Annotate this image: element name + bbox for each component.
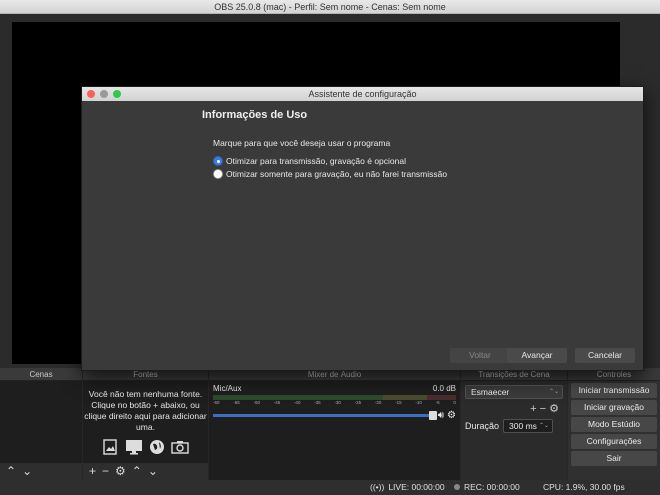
sources-dock: Fontes Você não tem nenhuma fonte. Cliqu… (83, 368, 208, 480)
option-recording[interactable]: Otimizar somente para gravação, eu não f… (213, 169, 447, 179)
dock-area: Cenas ⌃ ⌄ Fontes Você não tem nenhuma fo… (0, 368, 660, 480)
dialog-title: Assistente de configuração (308, 89, 417, 99)
meter-tick: -10 (415, 400, 422, 405)
globe-icon (150, 440, 164, 454)
zoom-icon[interactable] (113, 90, 121, 98)
meter-tick: -60 (213, 400, 220, 405)
radio-recording[interactable] (213, 169, 223, 179)
gear-icon[interactable]: ⚙ (447, 410, 456, 421)
gear-icon[interactable]: ⚙ (115, 463, 126, 480)
gear-icon[interactable]: ⚙ (549, 403, 559, 415)
meter-tick: -50 (253, 400, 260, 405)
option-recording-label: Otimizar somente para gravação, eu não f… (226, 169, 448, 179)
transitions-body: Esmaecer + − ⚙ Duração 300 ms (461, 381, 567, 480)
meter-tick: -15 (395, 400, 402, 405)
meter-tick: -5 (435, 400, 440, 405)
status-bar: ((•)) LIVE: 00:00:00 REC: 00:00:00 CPU: 1… (0, 480, 660, 495)
studio-mode-button[interactable]: Modo Estúdio (571, 417, 657, 432)
mixer-body: Mic/Aux 0.0 dB -60 -55 -50 -45 -40 -35 -30 -25-… (209, 381, 460, 480)
volume-slider[interactable] (213, 411, 437, 420)
meter-tick: -30 (334, 400, 341, 405)
exit-button[interactable]: Sair (571, 451, 657, 466)
transitions-dock: Transições de Cena Esmaecer + − ⚙ Duraçã… (461, 368, 567, 480)
meter-tick: -25 (354, 400, 362, 405)
window-titlebar: OBS 25.0.8 (mac) - Perfil: Sem nome - Ce… (0, 0, 660, 14)
minimize-icon[interactable] (100, 90, 108, 98)
remove-icon[interactable]: − (102, 463, 109, 480)
add-icon[interactable]: + (530, 403, 536, 415)
cancel-button[interactable]: Cancelar (575, 348, 635, 363)
transition-buttons: + − ⚙ (465, 399, 563, 415)
window-title: OBS 25.0.8 (mac) - Perfil: Sem nome - Ce… (214, 2, 446, 12)
image-icon (103, 439, 117, 455)
chevron-down-icon[interactable]: ⌄ (148, 463, 158, 480)
close-icon[interactable] (87, 90, 95, 98)
duration-label: Duração (465, 421, 500, 431)
scenes-dock-title: Cenas (0, 368, 82, 381)
option-streaming[interactable]: Otimizar para transmissão, gravação é op… (213, 156, 406, 166)
meter-ticks: -60 -55 -50 -45 -40 -35 -30 -25 -20 -15 -10 -5 0 (213, 400, 456, 408)
speaker-icon[interactable]: 🔊︎ (438, 410, 444, 421)
chevron-up-icon[interactable]: ⌃ (132, 463, 142, 480)
meter-tick: 0 (453, 400, 456, 405)
chevron-down-icon[interactable]: ⌄ (22, 463, 32, 480)
channel-level: 0.0 dB (432, 384, 456, 393)
rec-time: REC: 00:00:00 (464, 482, 520, 492)
cpu-status: CPU: 1.9%, 30.00 fps (543, 482, 625, 492)
mixer-channel-header: Mic/Aux 0.0 dB (213, 384, 456, 393)
meter-tick: -40 (293, 400, 301, 405)
meter-tick: -20 (374, 400, 382, 405)
window-controls (87, 90, 121, 98)
volume-control-row: 🔊︎ ⚙ (213, 410, 456, 421)
remove-icon[interactable]: − (540, 403, 546, 415)
radio-streaming[interactable] (213, 156, 223, 166)
next-button[interactable]: Avançar (507, 348, 567, 363)
channel-name: Mic/Aux (213, 384, 242, 393)
duration-input[interactable]: 300 ms (503, 419, 554, 433)
transition-select[interactable]: Esmaecer (465, 385, 563, 399)
start-recording-button[interactable]: Iniciar gravação (571, 400, 657, 415)
dialog-titlebar: Assistente de configuração (82, 87, 643, 101)
start-streaming-button[interactable]: Iniciar transmissão (571, 383, 657, 398)
back-button[interactable]: Voltar (450, 348, 510, 363)
monitor-icon (126, 440, 142, 455)
record-icon (454, 484, 460, 490)
option-streaming-label: Otimizar para transmissão, gravação é op… (226, 156, 406, 166)
broadcast-icon: ((•)) (370, 482, 385, 492)
meter-tick: -45 (273, 400, 281, 405)
usage-question: Marque para que você deseja usar o progr… (213, 138, 391, 148)
live-status: ((•)) LIVE: 00:00:00 (370, 480, 445, 495)
live-time: LIVE: 00:00:00 (388, 482, 445, 492)
setup-wizard-dialog: Assistente de configuração Informações d… (81, 86, 644, 371)
meter-tick: -35 (314, 400, 321, 405)
scenes-dock: Cenas ⌃ ⌄ (0, 368, 82, 480)
dialog-heading: Informações de Uso (202, 109, 308, 121)
sources-empty-message: Você não tem nenhuma fonte. Clique no bo… (84, 389, 207, 432)
sources-list[interactable]: Você não tem nenhuma fonte. Clique no bo… (83, 381, 208, 463)
scenes-list[interactable] (0, 381, 82, 463)
scenes-toolbar: ⌃ ⌄ (0, 463, 82, 480)
camera-icon (171, 441, 189, 454)
mixer-dock: Mixer de Áudio Mic/Aux 0.0 dB -60 -55 -50-… (209, 368, 460, 480)
source-type-icons (83, 439, 208, 455)
rec-status: REC: 00:00:00 (454, 480, 520, 495)
meter-tick: -55 (233, 400, 240, 405)
sources-toolbar: + − ⚙ ⌃ ⌄ (83, 463, 208, 480)
duration-row: Duração 300 ms (465, 419, 563, 433)
settings-button[interactable]: Configurações (571, 434, 657, 449)
add-icon[interactable]: + (89, 463, 96, 480)
chevron-up-icon[interactable]: ⌃ (6, 463, 16, 480)
controls-dock: Controles Iniciar transmissão Iniciar gr… (568, 368, 660, 480)
